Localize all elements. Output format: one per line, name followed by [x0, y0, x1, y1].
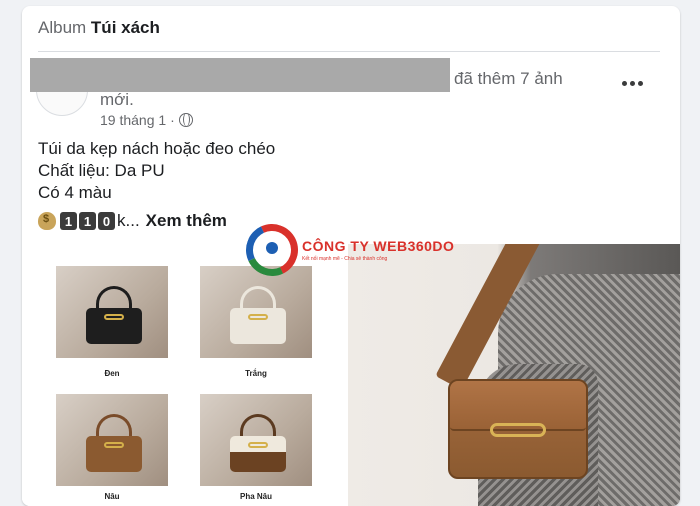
- watermark-text: CÔNG TY WEB360DO Kết nối mạnh mẽ - Chia …: [302, 238, 454, 262]
- post-line-3: Có 4 màu: [38, 183, 112, 202]
- bag-thumb-mixed-brown: [200, 394, 312, 486]
- price-line: 1 1 0 k... Xem thêm: [38, 211, 227, 231]
- logo-dot: [266, 242, 278, 254]
- post-line-2: Chất liệu: Da PU: [38, 161, 165, 180]
- watermark-name: CÔNG TY WEB360DO: [302, 238, 455, 254]
- digit-keycap-1: 1: [60, 212, 77, 230]
- price-suffix: k...: [117, 211, 140, 230]
- post-line-1: Túi da kẹp nách hoặc đeo chéo: [38, 139, 276, 158]
- globe-icon[interactable]: [178, 113, 193, 127]
- digit-keycap-3: 0: [98, 212, 115, 230]
- color-collage-photo[interactable]: Đen Trắng Nâu Pha Nâu: [22, 244, 346, 506]
- bag-thumb-white: [200, 266, 312, 358]
- more-options-button[interactable]: [622, 76, 646, 90]
- see-more-link[interactable]: Xem thêm: [146, 211, 227, 231]
- clasp: [104, 314, 124, 320]
- label-black: Đen: [104, 369, 120, 378]
- meta-separator: ·: [170, 112, 175, 128]
- photo-grid: Đen Trắng Nâu Pha Nâu: [22, 244, 680, 506]
- redacted-block: [30, 58, 450, 92]
- clasp: [248, 442, 268, 448]
- more-horizontal-icon: [622, 80, 627, 86]
- post-meta: 19 tháng 1 ·: [100, 112, 193, 128]
- post-date[interactable]: 19 tháng 1: [100, 112, 166, 128]
- web360do-logo-icon: [238, 216, 306, 284]
- bag-thumb-black: [56, 266, 168, 358]
- dot: [630, 80, 635, 86]
- clasp: [248, 314, 268, 320]
- model-wearing-bag-photo[interactable]: [348, 244, 680, 506]
- money-bag-icon: [38, 212, 56, 230]
- watermark-tagline: Kết nối mạnh mẽ - Chia sẻ thành công: [302, 256, 388, 262]
- clasp: [104, 442, 124, 448]
- album-header: Album Túi xách: [38, 18, 160, 38]
- dot: [638, 80, 643, 86]
- bag-thumb-brown: [56, 394, 168, 486]
- brown-bag: [448, 379, 588, 479]
- post-text: Túi da kẹp nách hoặc đeo chéo Chất liệu:…: [38, 138, 275, 204]
- album-prefix: Album: [38, 18, 87, 37]
- album-post-card: Album Túi xách đã thêm 7 ảnh mới. 19 thá…: [22, 6, 680, 506]
- album-name-link[interactable]: Túi xách: [91, 18, 160, 37]
- company-watermark: CÔNG TY WEB360DO Kết nối mạnh mẽ - Chia …: [238, 216, 454, 284]
- divider: [38, 51, 660, 52]
- digit-keycap-2: 1: [79, 212, 96, 230]
- label-white: Trắng: [245, 369, 267, 378]
- bag-clasp: [490, 423, 546, 437]
